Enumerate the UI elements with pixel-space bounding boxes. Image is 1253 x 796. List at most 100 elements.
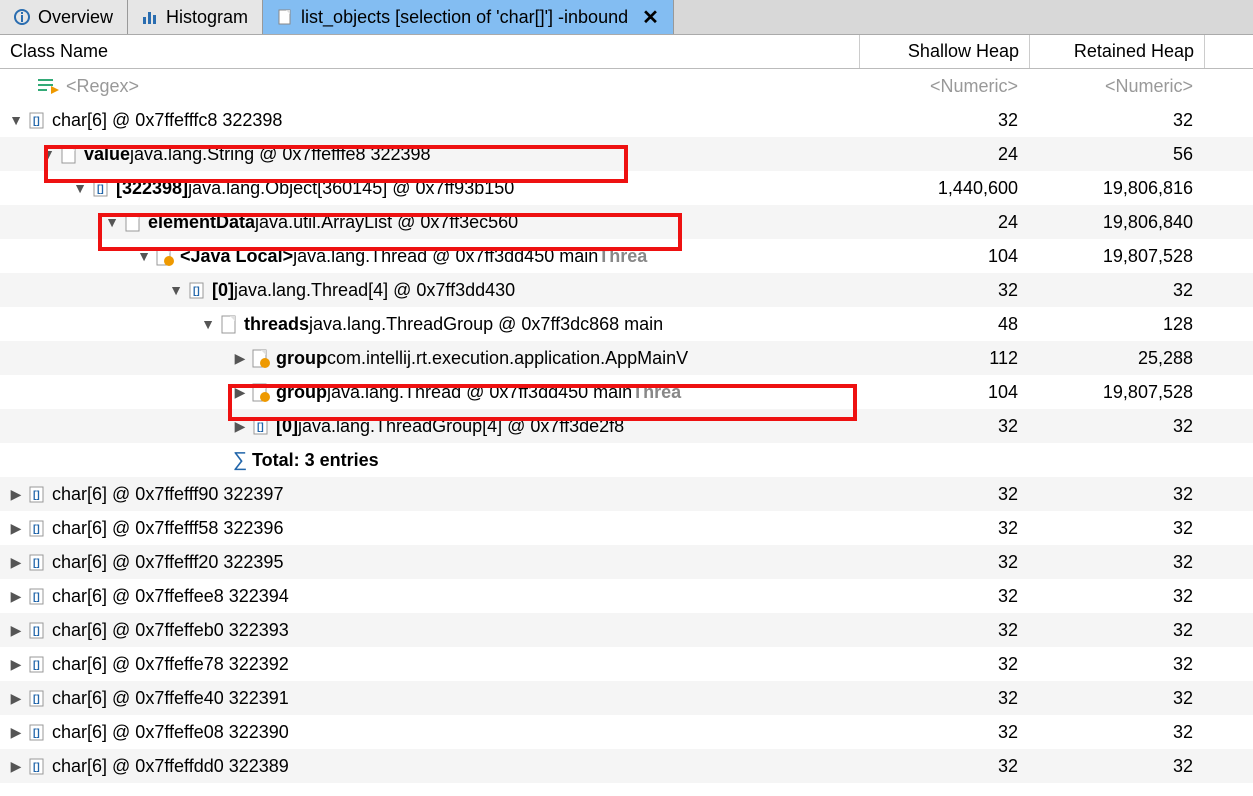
retained-filter-input[interactable]: <Numeric>	[1030, 76, 1205, 97]
table-row[interactable]: ▶[]char[6] @ 0x7ffeffe78 3223923232	[0, 647, 1253, 681]
svg-text:[]: []	[33, 762, 40, 773]
table-row[interactable]: ▼value java.lang.String @ 0x7ffefffe8 32…	[0, 137, 1253, 171]
object-icon	[60, 143, 78, 165]
row-text: char[6] @ 0x7ffeffee8 322394	[52, 586, 289, 607]
shallow-heap-value: 24	[860, 144, 1030, 165]
svg-text:[]: []	[33, 728, 40, 739]
expand-toggle[interactable]: ▶	[8, 520, 24, 537]
expand-toggle[interactable]: ▼	[104, 214, 120, 230]
table-row[interactable]: ▶[]char[6] @ 0x7ffeffe08 3223903232	[0, 715, 1253, 749]
svg-text:[]: []	[33, 694, 40, 705]
expand-toggle[interactable]: ▶	[232, 384, 248, 401]
tab-overview[interactable]: Overview	[0, 0, 128, 34]
retained-heap-value: 56	[1030, 144, 1205, 165]
row-field-name: group	[276, 382, 327, 403]
tab-label: list_objects [selection of 'char[]'] -in…	[301, 7, 628, 28]
object-icon	[124, 211, 142, 233]
expand-toggle[interactable]: ▶	[8, 656, 24, 673]
info-icon	[14, 9, 30, 25]
retained-heap-value: 32	[1030, 552, 1205, 573]
retained-heap-value: 128	[1030, 314, 1205, 335]
row-field-name: group	[276, 348, 327, 369]
expand-toggle[interactable]: ▼	[72, 180, 88, 196]
expand-toggle[interactable]: ▶	[8, 554, 24, 571]
table-row[interactable]: ▶ [] char[6] @ 0x7ffefff20 322395 3232	[0, 545, 1253, 579]
retained-heap-value: 19,807,528	[1030, 246, 1205, 267]
expand-toggle[interactable]: ▶	[232, 418, 248, 435]
table-row[interactable]: ▼elementData java.util.ArrayList @ 0x7ff…	[0, 205, 1253, 239]
column-shallow-heap[interactable]: Shallow Heap	[860, 35, 1030, 68]
table-row[interactable]: ▼ threads java.lang.ThreadGroup @ 0x7ff3d…	[0, 307, 1253, 341]
expand-toggle[interactable]: ▼	[8, 112, 24, 128]
table-row[interactable]: ▶[]char[6] @ 0x7ffeffe40 3223913232	[0, 681, 1253, 715]
row-text: char[6] @ 0x7ffeffe40 322391	[52, 688, 289, 709]
retained-heap-value: 19,806,840	[1030, 212, 1205, 233]
tab-bar: Overview Histogram list_objects [selecti…	[0, 0, 1253, 35]
row-field-name: value	[84, 144, 130, 165]
array-icon: []	[28, 721, 46, 743]
expand-toggle[interactable]: ▶	[8, 690, 24, 707]
filter-row: <Regex> <Numeric> <Numeric>	[0, 69, 1253, 103]
window: Overview Histogram list_objects [selecti…	[0, 0, 1253, 783]
array-icon: []	[28, 551, 46, 573]
row-text: java.lang.ThreadGroup @ 0x7ff3dc868 main	[309, 314, 663, 335]
row-text: char[6] @ 0x7ffeffe78 322392	[52, 654, 289, 675]
retained-heap-value: 32	[1030, 416, 1205, 437]
expand-toggle[interactable]: ▶	[8, 758, 24, 775]
retained-heap-value: 32	[1030, 654, 1205, 675]
svg-text:[]: []	[33, 626, 40, 637]
column-retained-heap[interactable]: Retained Heap	[1030, 35, 1205, 68]
shallow-heap-value: 32	[860, 688, 1030, 709]
expand-toggle[interactable]: ▶	[8, 588, 24, 605]
retained-heap-value: 32	[1030, 586, 1205, 607]
column-class-name[interactable]: Class Name	[0, 35, 860, 68]
table-row[interactable]: ▶[]char[6] @ 0x7ffefff58 3223963232	[0, 511, 1253, 545]
table-row[interactable]: ▼[][322398] java.lang.Object[360145] @ 0…	[0, 171, 1253, 205]
shallow-heap-value: 32	[860, 586, 1030, 607]
retained-heap-value: 32	[1030, 756, 1205, 777]
shallow-heap-value: 48	[860, 314, 1030, 335]
expand-toggle[interactable]: ▼	[40, 146, 56, 162]
expand-toggle[interactable]: ▼	[136, 248, 152, 264]
row-text: char[6] @ 0x7ffeffe08 322390	[52, 722, 289, 743]
truncated-text: Threa	[632, 382, 681, 403]
expand-toggle[interactable]: ▶	[8, 486, 24, 503]
table-row[interactable]: ▶[]char[6] @ 0x7ffeffdd0 3223893232	[0, 749, 1253, 783]
svg-text:[]: []	[33, 592, 40, 603]
tab-histogram[interactable]: Histogram	[128, 0, 263, 34]
row-text: char[6] @ 0x7ffefff58 322396	[52, 518, 283, 539]
table-row[interactable]: ▶group java.lang.Thread @ 0x7ff3dd450 ma…	[0, 375, 1253, 409]
shallow-heap-value: 24	[860, 212, 1030, 233]
shallow-heap-value: 32	[860, 552, 1030, 573]
table-row[interactable]: ▼[]char[6] @ 0x7ffefffc8 3223983232	[0, 103, 1253, 137]
table-header: Class Name Shallow Heap Retained Heap	[0, 35, 1253, 69]
row-field-name: [0]	[212, 280, 234, 301]
table-row[interactable]: ▶[]char[6] @ 0x7ffeffeb0 3223933232	[0, 613, 1253, 647]
regex-input[interactable]: <Regex>	[66, 76, 139, 97]
table-row[interactable]: ▼<Java Local> java.lang.Thread @ 0x7ff3d…	[0, 239, 1253, 273]
table-row[interactable]: ▶[][0] java.lang.ThreadGroup[4] @ 0x7ff3…	[0, 409, 1253, 443]
shallow-heap-value: 32	[860, 620, 1030, 641]
close-icon[interactable]: ✕	[642, 5, 659, 30]
expand-toggle[interactable]: ▶	[232, 350, 248, 367]
svg-text:[]: []	[33, 660, 40, 671]
shallow-filter-input[interactable]: <Numeric>	[860, 76, 1030, 97]
expand-toggle[interactable]: ▼	[200, 316, 216, 332]
document-icon	[277, 9, 293, 25]
shallow-heap-value: 104	[860, 246, 1030, 267]
row-field-name: threads	[244, 314, 309, 335]
tab-list-objects[interactable]: list_objects [selection of 'char[]'] -in…	[263, 0, 674, 34]
regex-filter-icon	[34, 75, 62, 97]
table-row[interactable]: ▶group com.intellij.rt.execution.applica…	[0, 341, 1253, 375]
table-row[interactable]: ∑Total: 3 entries	[0, 443, 1253, 477]
gc-root-icon	[252, 381, 270, 403]
table-row[interactable]: ▼[][0] java.lang.Thread[4] @ 0x7ff3dd430…	[0, 273, 1253, 307]
expand-toggle[interactable]: ▼	[168, 282, 184, 298]
svg-text:[]: []	[33, 116, 40, 127]
table-row[interactable]: ▶[]char[6] @ 0x7ffefff90 3223973232	[0, 477, 1253, 511]
expand-toggle[interactable]: ▶	[8, 724, 24, 741]
svg-text:[]: []	[33, 558, 40, 569]
expand-toggle[interactable]: ▶	[8, 622, 24, 639]
row-text: char[6] @ 0x7ffefff20 322395	[52, 552, 283, 573]
table-row[interactable]: ▶ [] char[6] @ 0x7ffeffee8 322394 3232	[0, 579, 1253, 613]
